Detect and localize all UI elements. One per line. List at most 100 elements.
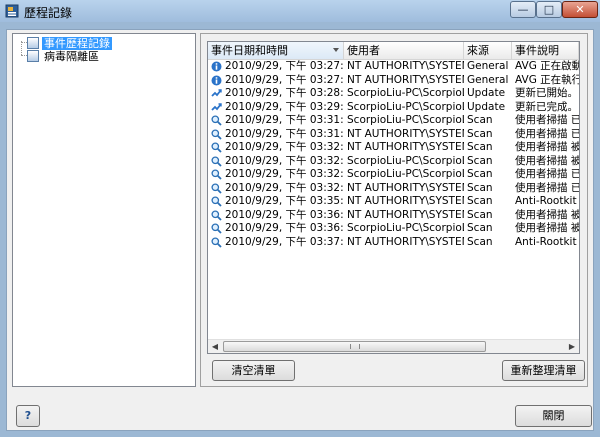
cell-date-text: 2010/9/29, 下午 03:32:28	[225, 168, 344, 180]
cell-date: 2010/9/29, 下午 03:35:59	[208, 195, 344, 209]
column-header-source[interactable]: 來源	[464, 42, 512, 59]
table-row[interactable]: 2010/9/29, 下午 03:32:01 ScorpioLiu-PC\Scor…	[208, 155, 579, 169]
cell-user: ScorpioLiu-PC\ScorpioLiu	[347, 114, 464, 126]
dialog-client-area: 事件歷程記錄 病毒隔離區 事件日期和時間 使用者 來源 事件說明 2010/9/…	[6, 29, 594, 431]
scroll-right-arrow[interactable]: ▶	[565, 340, 579, 353]
table-row[interactable]: 2010/9/29, 下午 03:31:56 ScorpioLiu-PC\Scor…	[208, 114, 579, 128]
cell-user: NT AUTHORITY\SYSTEM	[347, 60, 464, 72]
cell-date: 2010/9/29, 下午 03:28:08	[208, 87, 344, 101]
cell-user: NT AUTHORITY\SYSTEM	[347, 181, 464, 194]
cell-date-text: 2010/9/29, 下午 03:27:30	[225, 60, 344, 72]
scan-icon	[211, 237, 222, 248]
cell-user: NT AUTHORITY\SYSTEM	[347, 208, 464, 221]
cell-source: Scan	[467, 127, 493, 140]
cell-date-text: 2010/9/29, 下午 03:36:08	[225, 208, 344, 221]
navigation-tree: 事件歷程記錄 病毒隔離區	[12, 33, 196, 387]
scan-icon	[211, 196, 222, 207]
update-icon	[211, 88, 222, 99]
cell-description: 使用者掃描 被中	[515, 141, 579, 153]
cell-date-text: 2010/9/29, 下午 03:31:56	[225, 114, 344, 126]
table-row[interactable]: 2010/9/29, 下午 03:37:50 NT AUTHORITY\SYSTE…	[208, 236, 579, 250]
refresh-list-button[interactable]: 重新整理清單	[502, 360, 585, 381]
app-history-icon	[5, 4, 19, 18]
event-rows: 2010/9/29, 下午 03:27:30 NT AUTHORITY\SYSTE…	[208, 60, 579, 249]
cell-source: Scan	[467, 222, 493, 234]
table-row[interactable]: 2010/9/29, 下午 03:27:31 NT AUTHORITY\SYSTE…	[208, 74, 579, 88]
window-title: 歷程記錄	[24, 6, 73, 20]
cell-date-text: 2010/9/29, 下午 03:37:50	[225, 235, 344, 248]
cell-source: General	[467, 73, 509, 86]
list-header: 事件日期和時間 使用者 來源 事件說明	[208, 42, 579, 60]
scroll-left-arrow[interactable]: ◀	[208, 340, 222, 353]
cell-source: Update	[467, 87, 506, 99]
tree-connector	[21, 41, 22, 55]
table-row[interactable]: 2010/9/29, 下午 03:35:59 NT AUTHORITY\SYSTE…	[208, 195, 579, 209]
tree-item-label: 病毒隔離區	[44, 49, 99, 63]
cell-user: NT AUTHORITY\SYSTEM	[347, 141, 464, 153]
cell-description: 更新已開始。	[515, 87, 578, 99]
column-header-date[interactable]: 事件日期和時間	[208, 42, 344, 59]
cell-description: Anti-Rootkit 掃描	[515, 235, 579, 248]
cell-description: 更新已完成。	[515, 100, 578, 113]
table-row[interactable]: 2010/9/29, 下午 03:29:12 ScorpioLiu-PC\Scor…	[208, 101, 579, 115]
cell-description: 使用者掃描 已啟	[515, 181, 579, 194]
column-header-label: 事件日期和時間	[211, 44, 288, 57]
cell-source: Scan	[467, 114, 493, 126]
cell-date: 2010/9/29, 下午 03:31:57	[208, 128, 344, 142]
cell-user: NT AUTHORITY\SYSTEM	[347, 127, 464, 140]
close-button[interactable]: 關閉	[515, 405, 592, 427]
table-row[interactable]: 2010/9/29, 下午 03:36:11 ScorpioLiu-PC\Scor…	[208, 222, 579, 236]
info-icon	[211, 75, 222, 86]
horizontal-scrollbar[interactable]: ◀ ▶	[208, 339, 579, 353]
sort-descending-icon	[333, 48, 339, 52]
maximize-button[interactable]: □	[536, 1, 562, 18]
cell-date-text: 2010/9/29, 下午 03:35:59	[225, 195, 344, 207]
table-row[interactable]: 2010/9/29, 下午 03:36:08 NT AUTHORITY\SYSTE…	[208, 209, 579, 223]
cell-date-text: 2010/9/29, 下午 03:32:01	[225, 154, 344, 167]
cell-description: 使用者掃描 已啟	[515, 168, 579, 180]
cell-source: General	[467, 60, 509, 72]
cell-date: 2010/9/29, 下午 03:32:00	[208, 141, 344, 155]
tree-item-event-history[interactable]: 事件歷程記錄	[27, 36, 112, 50]
cell-user: NT AUTHORITY\SYSTEM	[347, 235, 464, 248]
cell-user: ScorpioLiu-PC\ScorpioLiu	[347, 168, 464, 180]
scrollbar-thumb[interactable]	[223, 341, 486, 352]
cell-date: 2010/9/29, 下午 03:32:28	[208, 168, 344, 182]
scan-icon	[211, 210, 222, 221]
column-header-user[interactable]: 使用者	[344, 42, 464, 59]
help-button[interactable]: ?	[16, 405, 40, 427]
table-row[interactable]: 2010/9/29, 下午 03:27:30 NT AUTHORITY\SYSTE…	[208, 60, 579, 74]
scan-icon	[211, 115, 222, 126]
cell-description: 使用者掃描 被中	[515, 222, 579, 234]
cell-description: 使用者掃描 已啟	[515, 127, 579, 140]
tree-item-virus-vault[interactable]: 病毒隔離區	[27, 49, 101, 63]
cell-source: Scan	[467, 208, 493, 221]
scan-icon	[211, 169, 222, 180]
dialog-window: 歷程記錄 — □ ✕ 事件歷程記錄 病毒隔離區 事件日期和時間 使用者 來源 事…	[0, 0, 600, 437]
cell-source: Scan	[467, 141, 493, 153]
table-row[interactable]: 2010/9/29, 下午 03:32:28 ScorpioLiu-PC\Scor…	[208, 168, 579, 182]
table-row[interactable]: 2010/9/29, 下午 03:32:00 NT AUTHORITY\SYSTE…	[208, 141, 579, 155]
clear-list-button[interactable]: 清空清單	[212, 360, 295, 381]
event-list[interactable]: 事件日期和時間 使用者 來源 事件說明 2010/9/29, 下午 03:27:…	[207, 41, 580, 354]
cell-description: 使用者掃描 被中	[515, 154, 579, 167]
table-row[interactable]: 2010/9/29, 下午 03:28:08 ScorpioLiu-PC\Scor…	[208, 87, 579, 101]
minimize-button[interactable]: —	[510, 1, 536, 18]
table-row[interactable]: 2010/9/29, 下午 03:32:29 NT AUTHORITY\SYSTE…	[208, 182, 579, 196]
cell-date: 2010/9/29, 下午 03:27:31	[208, 74, 344, 88]
window-close-button[interactable]: ✕	[562, 1, 598, 18]
cell-description: Anti-Rootkit 掃描	[515, 195, 579, 207]
scan-icon	[211, 183, 222, 194]
title-bar[interactable]: 歷程記錄 — □ ✕	[0, 0, 600, 22]
cell-description: 使用者掃描 已啟	[515, 114, 579, 126]
info-icon	[211, 61, 222, 72]
table-row[interactable]: 2010/9/29, 下午 03:31:57 NT AUTHORITY\SYSTE…	[208, 128, 579, 142]
cell-description: 使用者掃描 被中	[515, 208, 579, 221]
quarantine-icon	[27, 50, 39, 62]
column-header-description[interactable]: 事件說明	[512, 42, 579, 59]
cell-date: 2010/9/29, 下午 03:29:12	[208, 101, 344, 115]
cell-description: AVG 正在執行。	[515, 73, 579, 86]
cell-date: 2010/9/29, 下午 03:32:29	[208, 182, 344, 196]
cell-date: 2010/9/29, 下午 03:32:01	[208, 155, 344, 169]
scan-icon	[211, 223, 222, 234]
